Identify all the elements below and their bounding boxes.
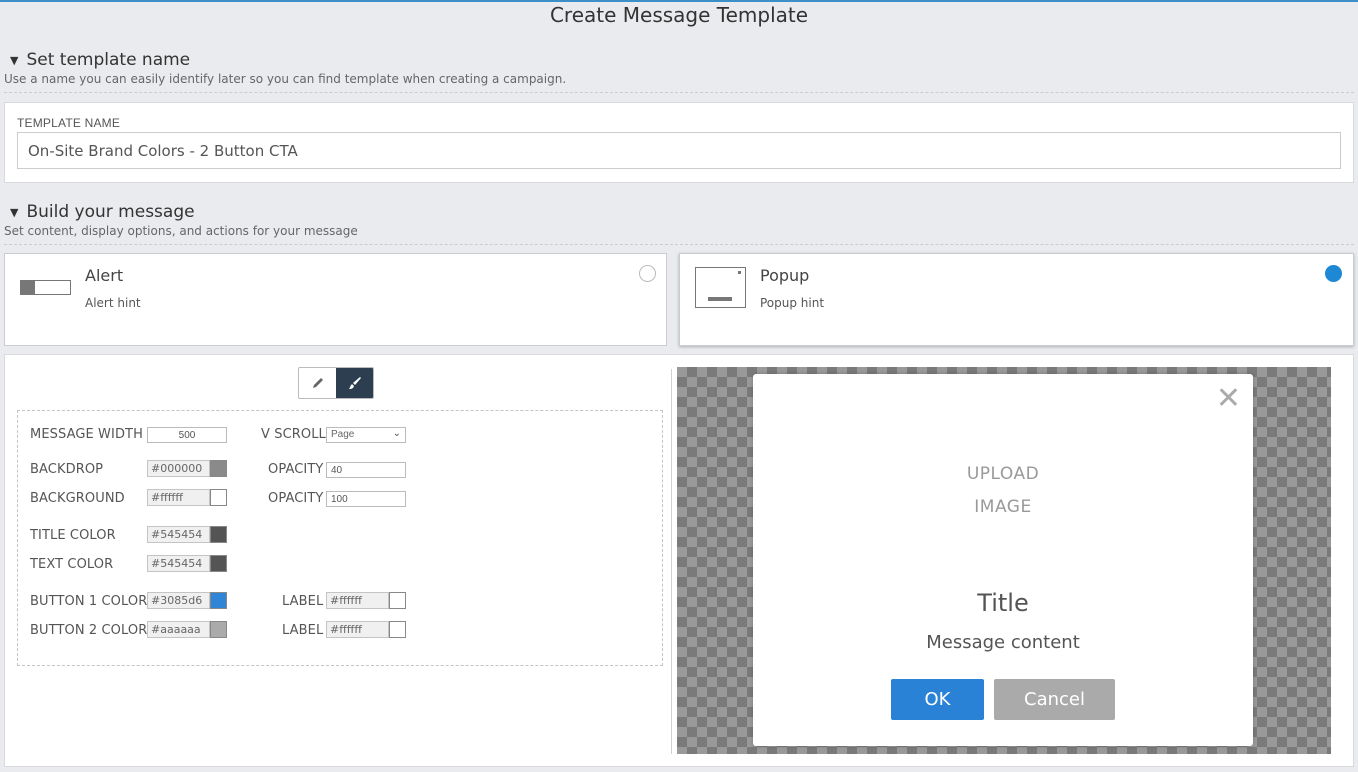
button1-color-swatch[interactable] [210, 592, 227, 609]
button1-label-color-label: LABEL [282, 594, 324, 609]
popup-preview: ✕ UPLOAD IMAGE Title Message content OK … [753, 374, 1253, 746]
preview-ok-button[interactable]: OK [891, 679, 984, 720]
section-title: Set template name [26, 50, 191, 70]
editor-mode-toggle [298, 367, 374, 399]
preview-title: Title [977, 589, 1029, 617]
background-label: BACKGROUND [30, 491, 125, 506]
dashed-divider [4, 244, 1354, 245]
button1-label-swatch[interactable] [389, 592, 406, 609]
background-color-picker[interactable]: #ffffff [147, 489, 227, 506]
v-scroll-value: Page [331, 429, 355, 440]
top-accent-line [0, 0, 1358, 2]
button2-color-picker[interactable]: #aaaaaa [147, 621, 227, 638]
button1-color-picker[interactable]: #3085d6 [147, 592, 227, 609]
backdrop-swatch[interactable] [210, 460, 227, 477]
upload-image-line1[interactable]: UPLOAD [753, 464, 1253, 484]
section-toggle-build-message[interactable]: ▼ Build your message [10, 202, 195, 222]
message-type-alert-card[interactable]: Alert Alert hint [4, 253, 667, 346]
backdrop-opacity-input[interactable] [326, 462, 406, 478]
v-scroll-select[interactable]: Page ⌄ [326, 427, 406, 443]
button2-color-label: BUTTON 2 COLOR [30, 623, 148, 638]
section-title: Build your message [26, 202, 195, 222]
alert-hint: Alert hint [85, 296, 141, 310]
button2-color-hex: #aaaaaa [147, 621, 210, 638]
template-name-input[interactable] [17, 132, 1341, 169]
button2-color-swatch[interactable] [210, 621, 227, 638]
section-hint: Use a name you can easily identify later… [4, 72, 567, 86]
caret-down-icon: ▼ [10, 53, 19, 67]
pencil-icon [312, 378, 323, 388]
section-toggle-template-name[interactable]: ▼ Set template name [10, 50, 190, 70]
button1-color-label: BUTTON 1 COLOR [30, 594, 148, 609]
button1-label-hex: #ffffff [326, 592, 389, 609]
caret-down-icon: ▼ [10, 205, 19, 219]
background-opacity-input[interactable] [326, 491, 406, 507]
popup-title: Popup [760, 266, 810, 285]
style-mode-button[interactable] [336, 368, 373, 398]
button2-label-color-label: LABEL [282, 623, 324, 638]
template-name-card: TEMPLATE NAME [4, 102, 1354, 183]
message-width-label: MESSAGE WIDTH [30, 427, 143, 442]
section-hint: Set content, display options, and action… [4, 224, 358, 238]
message-width-input[interactable] [147, 427, 227, 443]
background-opacity-label: OPACITY [268, 491, 324, 506]
message-type-popup-card[interactable]: Popup Popup hint [679, 253, 1354, 346]
backdrop-color-picker[interactable]: #000000 [147, 460, 227, 477]
upload-image-line2[interactable]: IMAGE [753, 497, 1253, 517]
alert-radio[interactable] [639, 265, 656, 282]
popup-hint: Popup hint [760, 296, 825, 310]
alert-title: Alert [85, 266, 124, 285]
button2-label-swatch[interactable] [389, 621, 406, 638]
text-color-picker[interactable]: #545454 [147, 555, 227, 572]
panel-divider [671, 369, 672, 754]
title-color-picker[interactable]: #545454 [147, 526, 227, 543]
preview-cancel-button[interactable]: Cancel [994, 679, 1115, 720]
backdrop-opacity-label: OPACITY [268, 462, 324, 477]
background-hex: #ffffff [147, 489, 210, 506]
page-title: Create Message Template [549, 3, 809, 27]
button1-label-color-picker[interactable]: #ffffff [326, 592, 406, 609]
close-icon[interactable]: ✕ [1216, 384, 1241, 414]
title-color-label: TITLE COLOR [30, 528, 116, 543]
v-scroll-label: V SCROLL [261, 427, 326, 442]
button1-color-hex: #3085d6 [147, 592, 210, 609]
brush-icon [348, 377, 361, 389]
backdrop-hex: #000000 [147, 460, 210, 477]
title-color-swatch[interactable] [210, 526, 227, 543]
message-builder-panel: MESSAGE WIDTH V SCROLL Page ⌄ BACKDROP #… [4, 354, 1354, 767]
popup-radio[interactable] [1325, 265, 1342, 282]
backdrop-label: BACKDROP [30, 462, 104, 477]
template-name-label: TEMPLATE NAME [17, 116, 121, 130]
button2-label-color-picker[interactable]: #ffffff [326, 621, 406, 638]
text-color-swatch[interactable] [210, 555, 227, 572]
text-color-hex: #545454 [147, 555, 210, 572]
style-properties-panel: MESSAGE WIDTH V SCROLL Page ⌄ BACKDROP #… [17, 410, 663, 666]
chevron-down-icon: ⌄ [392, 428, 401, 439]
button2-label-hex: #ffffff [326, 621, 389, 638]
background-swatch[interactable] [210, 489, 227, 506]
popup-type-icon [695, 267, 746, 308]
preview-content: Message content [926, 632, 1080, 653]
dashed-divider [4, 92, 1354, 93]
message-preview: ✕ UPLOAD IMAGE Title Message content OK … [677, 367, 1331, 754]
content-mode-button[interactable] [299, 368, 336, 398]
title-color-hex: #545454 [147, 526, 210, 543]
text-color-label: TEXT COLOR [30, 557, 114, 572]
alert-type-icon [20, 280, 71, 295]
